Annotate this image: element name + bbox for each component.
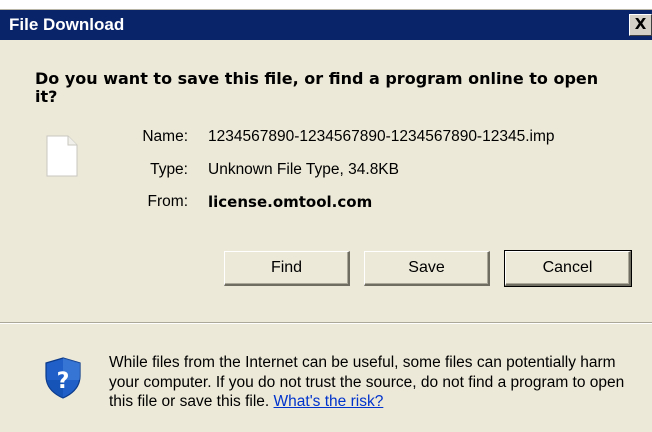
file-type-row: Type: Unknown File Type, 34.8KB xyxy=(0,160,652,180)
type-label: Type: xyxy=(150,161,188,178)
from-label: From: xyxy=(147,193,188,210)
page: File Download X Do you want to save this… xyxy=(0,0,652,432)
type-value: Unknown File Type, 34.8KB xyxy=(208,161,399,178)
file-download-dialog: File Download X Do you want to save this… xyxy=(0,9,652,432)
close-button[interactable]: X xyxy=(629,14,652,36)
title-bar[interactable]: File Download X xyxy=(0,10,652,40)
from-value: license.omtool.com xyxy=(208,193,373,211)
dialog-question: Do you want to save this file, or find a… xyxy=(35,69,599,106)
separator xyxy=(0,322,652,324)
name-label: Name: xyxy=(142,128,188,145)
window-title: File Download xyxy=(9,15,125,34)
file-source-row: From: license.omtool.com xyxy=(0,192,652,212)
file-name-row: Name: 1234567890-1234567890-1234567890-1… xyxy=(0,127,652,147)
save-button[interactable]: Save xyxy=(364,251,490,286)
name-value: 1234567890-1234567890-1234567890-12345.i… xyxy=(208,128,555,145)
find-button[interactable]: Find xyxy=(224,251,350,286)
security-warning: While files from the Internet can be use… xyxy=(109,353,639,412)
whats-the-risk-link[interactable]: What's the risk? xyxy=(274,393,384,410)
cancel-button[interactable]: Cancel xyxy=(504,250,632,287)
security-shield-icon: ? xyxy=(45,357,81,399)
svg-text:?: ? xyxy=(57,369,70,394)
